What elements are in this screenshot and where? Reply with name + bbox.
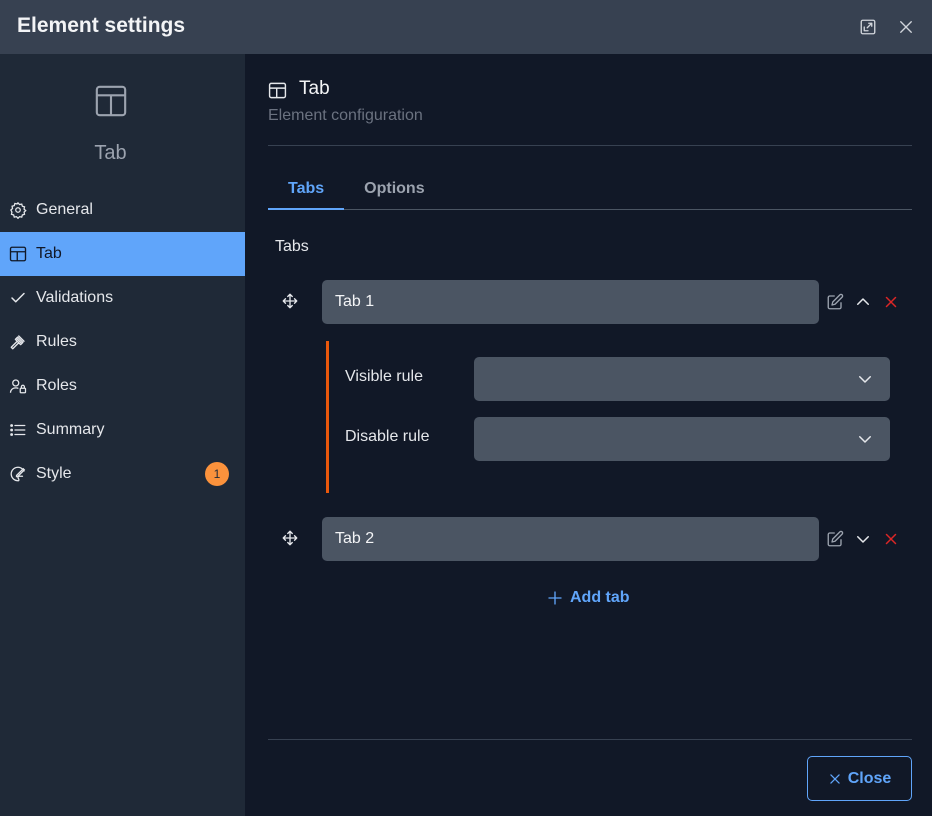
edit-tab-button[interactable] bbox=[826, 530, 844, 548]
add-tab-button[interactable]: Add tab bbox=[547, 589, 630, 607]
delete-icon bbox=[885, 296, 897, 308]
sidebar-item-summary[interactable]: Summary bbox=[0, 408, 245, 452]
tab-layout-icon bbox=[95, 85, 127, 117]
chevron-down-icon bbox=[857, 536, 869, 543]
disable-rule-label: Disable rule bbox=[345, 428, 430, 445]
close-button[interactable]: Close bbox=[807, 756, 912, 801]
sidebar-nav: General Tab Validations Rules Roles Summ… bbox=[0, 188, 245, 496]
tab-name-input[interactable] bbox=[322, 517, 819, 561]
sidebar-item-general[interactable]: General bbox=[0, 188, 245, 232]
delete-icon bbox=[885, 533, 897, 545]
gear-icon bbox=[9, 201, 27, 219]
sidebar-item-label: General bbox=[36, 201, 93, 218]
page-subtitle: Element configuration bbox=[268, 107, 423, 124]
disable-rule-select[interactable] bbox=[474, 417, 890, 461]
tab-layout-icon bbox=[268, 82, 287, 99]
delete-tab-button[interactable] bbox=[882, 293, 900, 311]
sidebar-item-label: Summary bbox=[36, 421, 105, 438]
close-icon bbox=[900, 21, 912, 33]
palette-icon bbox=[9, 465, 27, 483]
sidebar-item-label: Tab bbox=[36, 245, 62, 262]
close-window-button[interactable] bbox=[895, 16, 917, 38]
edit-icon bbox=[827, 530, 844, 547]
expand-button[interactable] bbox=[857, 16, 879, 38]
user-lock-icon bbox=[9, 377, 27, 395]
edit-icon bbox=[827, 293, 844, 310]
check-icon bbox=[9, 289, 27, 307]
drag-handle-icon[interactable] bbox=[281, 292, 299, 310]
drag-handle-icon[interactable] bbox=[281, 529, 299, 547]
edit-tab-button[interactable] bbox=[826, 293, 844, 311]
main-panel: Tab Element configuration Tabs Options T… bbox=[245, 54, 932, 816]
sidebar-item-tab[interactable]: Tab bbox=[0, 232, 245, 276]
tab-item-row bbox=[275, 517, 912, 561]
divider bbox=[268, 145, 912, 146]
tab-name-input[interactable] bbox=[322, 280, 819, 324]
sidebar-item-label: Style bbox=[36, 465, 72, 482]
collapse-tab-button[interactable] bbox=[854, 293, 872, 311]
tab-rules-panel: Visible rule Disable rule bbox=[326, 341, 890, 493]
sidebar-item-validations[interactable]: Validations bbox=[0, 276, 245, 320]
sidebar-item-label: Rules bbox=[36, 333, 77, 350]
sidebar-item-roles[interactable]: Roles bbox=[0, 364, 245, 408]
section-label: Tabs bbox=[275, 238, 309, 255]
chevron-down-icon bbox=[859, 376, 871, 383]
element-type-label: Tab bbox=[94, 142, 127, 164]
title-bar: Element settings bbox=[0, 0, 932, 54]
tab-item-row bbox=[275, 280, 912, 324]
close-button-label: Close bbox=[847, 769, 892, 787]
visible-rule-label: Visible rule bbox=[345, 368, 423, 385]
sidebar-item-label: Validations bbox=[36, 289, 114, 306]
chevron-down-icon bbox=[859, 436, 871, 443]
expand-tab-button[interactable] bbox=[854, 530, 872, 548]
delete-tab-button[interactable] bbox=[882, 530, 900, 548]
sidebar: Tab General Tab Validations Rules Roles … bbox=[0, 54, 245, 816]
sidebar-item-rules[interactable]: Rules bbox=[0, 320, 245, 364]
add-tab-label: Add tab bbox=[570, 589, 630, 606]
divider bbox=[268, 739, 912, 740]
plus-icon bbox=[548, 591, 562, 605]
gavel-icon bbox=[9, 333, 27, 351]
sidebar-item-style[interactable]: Style 1 bbox=[0, 452, 245, 496]
tab-tabs[interactable]: Tabs bbox=[268, 168, 345, 210]
status-badge: 1 bbox=[205, 462, 229, 486]
close-icon bbox=[829, 773, 840, 784]
expand-icon bbox=[860, 19, 876, 35]
tab-layout-icon bbox=[9, 245, 27, 263]
sidebar-item-label: Roles bbox=[36, 377, 77, 394]
dialog-title: Element settings bbox=[17, 14, 186, 37]
tab-options[interactable]: Options bbox=[344, 168, 444, 210]
chevron-up-icon bbox=[857, 298, 869, 305]
page-title: Tab bbox=[299, 78, 330, 99]
visible-rule-select[interactable] bbox=[474, 357, 890, 401]
tab-bar: Tabs Options bbox=[268, 168, 912, 210]
list-icon bbox=[9, 421, 27, 439]
